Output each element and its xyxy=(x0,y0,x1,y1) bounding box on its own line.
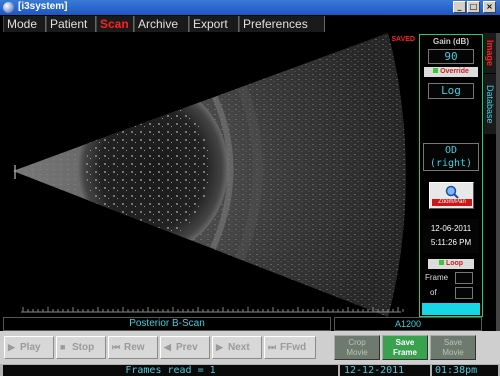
scan-datetime: 12-06-2011 5:11:26 PM xyxy=(423,219,479,253)
play-button[interactable]: ▶ Play xyxy=(4,336,54,359)
b-scan-image[interactable]: SAVED xyxy=(3,33,417,317)
save-frame-button[interactable]: Save Frame xyxy=(382,335,428,360)
crop-movie-button[interactable]: Crop Movie xyxy=(334,335,380,360)
rewind-label: Rew xyxy=(124,342,145,353)
save-movie-line2: Movie xyxy=(442,348,464,357)
playback-toolbar: ▶ Play ■ Stop ⏮ Rew ◀ Prev ▶ Next ⏭ FFwd Crop … xyxy=(0,331,500,364)
override-led-icon xyxy=(433,68,439,73)
tab-scan[interactable]: Scan xyxy=(96,16,134,32)
crop-movie-line2: Movie xyxy=(346,348,368,357)
tab-patient[interactable]: Patient xyxy=(46,16,96,32)
ultrasound-fan-image xyxy=(13,33,406,317)
override-label: Override xyxy=(440,68,469,75)
status-bar: Frames read = 1 12-12-2011 01:38pm xyxy=(0,364,500,376)
saved-status: SAVED xyxy=(391,36,415,43)
frame-number-field[interactable] xyxy=(455,272,473,284)
frame-total-field xyxy=(455,287,473,299)
rewind-button[interactable]: ⏮ Rew xyxy=(108,336,158,359)
tab-export[interactable]: Export xyxy=(189,16,239,32)
progress-bar xyxy=(422,303,480,315)
tab-mode[interactable]: Mode xyxy=(3,16,46,32)
next-label: Next xyxy=(228,342,250,353)
prev-label: Prev xyxy=(176,342,198,353)
maximize-button[interactable]: □ xyxy=(467,1,480,13)
right-control-panel: Gain (dB) 90 Override Log OD (right) Zoo… xyxy=(419,34,483,317)
depth-scale-ticks xyxy=(22,307,404,312)
close-button[interactable]: × xyxy=(483,1,496,13)
menu-bar: Mode Patient Scan Archive Export Prefere… xyxy=(0,15,500,33)
fast-forward-button[interactable]: ⏭ FFwd xyxy=(264,336,316,359)
log-mode-value[interactable]: Log xyxy=(428,83,474,99)
eye-code: OD xyxy=(444,145,458,156)
status-time: 01:38pm xyxy=(432,365,498,376)
eye-selector[interactable]: OD (right) xyxy=(423,143,479,171)
title-bar: [i3system] _ □ × xyxy=(0,0,500,15)
play-icon: ▶ xyxy=(8,342,15,352)
loop-led-icon xyxy=(438,260,444,265)
prev-icon: ◀ xyxy=(164,342,171,352)
loop-label: Loop xyxy=(445,260,464,267)
save-frame-line2: Frame xyxy=(392,348,417,357)
zoom-pan-label: Zoom/Pan xyxy=(432,199,472,206)
window-title: [i3system] xyxy=(18,1,68,12)
gain-title: Gain (dB) xyxy=(433,37,469,46)
tab-archive[interactable]: Archive xyxy=(134,16,189,32)
fast-forward-icon: ⏭ xyxy=(268,342,277,352)
save-frame-line1: Save xyxy=(395,338,415,347)
rewind-icon: ⏮ xyxy=(112,342,121,352)
frame-label: Frame xyxy=(425,273,449,282)
window-edge xyxy=(496,33,500,331)
status-date: 12-12-2011 xyxy=(340,365,430,376)
side-tab-database[interactable]: Database xyxy=(484,74,496,134)
play-label: Play xyxy=(20,342,41,353)
crop-movie-line1: Crop xyxy=(348,338,366,347)
stop-icon: ■ xyxy=(60,342,66,352)
stop-label: Stop xyxy=(72,342,95,353)
of-label: of xyxy=(430,288,437,297)
scan-date: 12-06-2011 xyxy=(430,224,472,233)
save-movie-line1: Save xyxy=(443,338,463,347)
next-icon: ▶ xyxy=(216,342,223,352)
next-button[interactable]: ▶ Next xyxy=(212,336,262,359)
prev-button[interactable]: ◀ Prev xyxy=(160,336,210,359)
tab-preferences[interactable]: Preferences xyxy=(239,16,325,32)
eye-side: (right) xyxy=(429,158,473,169)
app-icon xyxy=(3,2,14,13)
minimize-button[interactable]: _ xyxy=(453,1,466,13)
loop-button[interactable]: Loop xyxy=(428,259,474,269)
probe-code: A1200 xyxy=(334,317,482,331)
scan-time: 5:11:26 PM xyxy=(430,238,472,247)
scan-type-label: Posterior B-Scan xyxy=(3,317,331,331)
fast-forward-label: FFwd xyxy=(280,342,307,353)
zoom-pan-button[interactable]: Zoom/Pan xyxy=(429,182,474,209)
frames-read-status: Frames read = 1 xyxy=(3,365,338,376)
gain-value[interactable]: 90 xyxy=(428,49,474,64)
save-movie-button[interactable]: Save Movie xyxy=(430,335,476,360)
magnifier-icon xyxy=(445,185,459,199)
side-tab-image[interactable]: Image xyxy=(484,33,496,73)
override-button[interactable]: Override xyxy=(424,67,478,77)
stop-button[interactable]: ■ Stop xyxy=(56,336,106,359)
